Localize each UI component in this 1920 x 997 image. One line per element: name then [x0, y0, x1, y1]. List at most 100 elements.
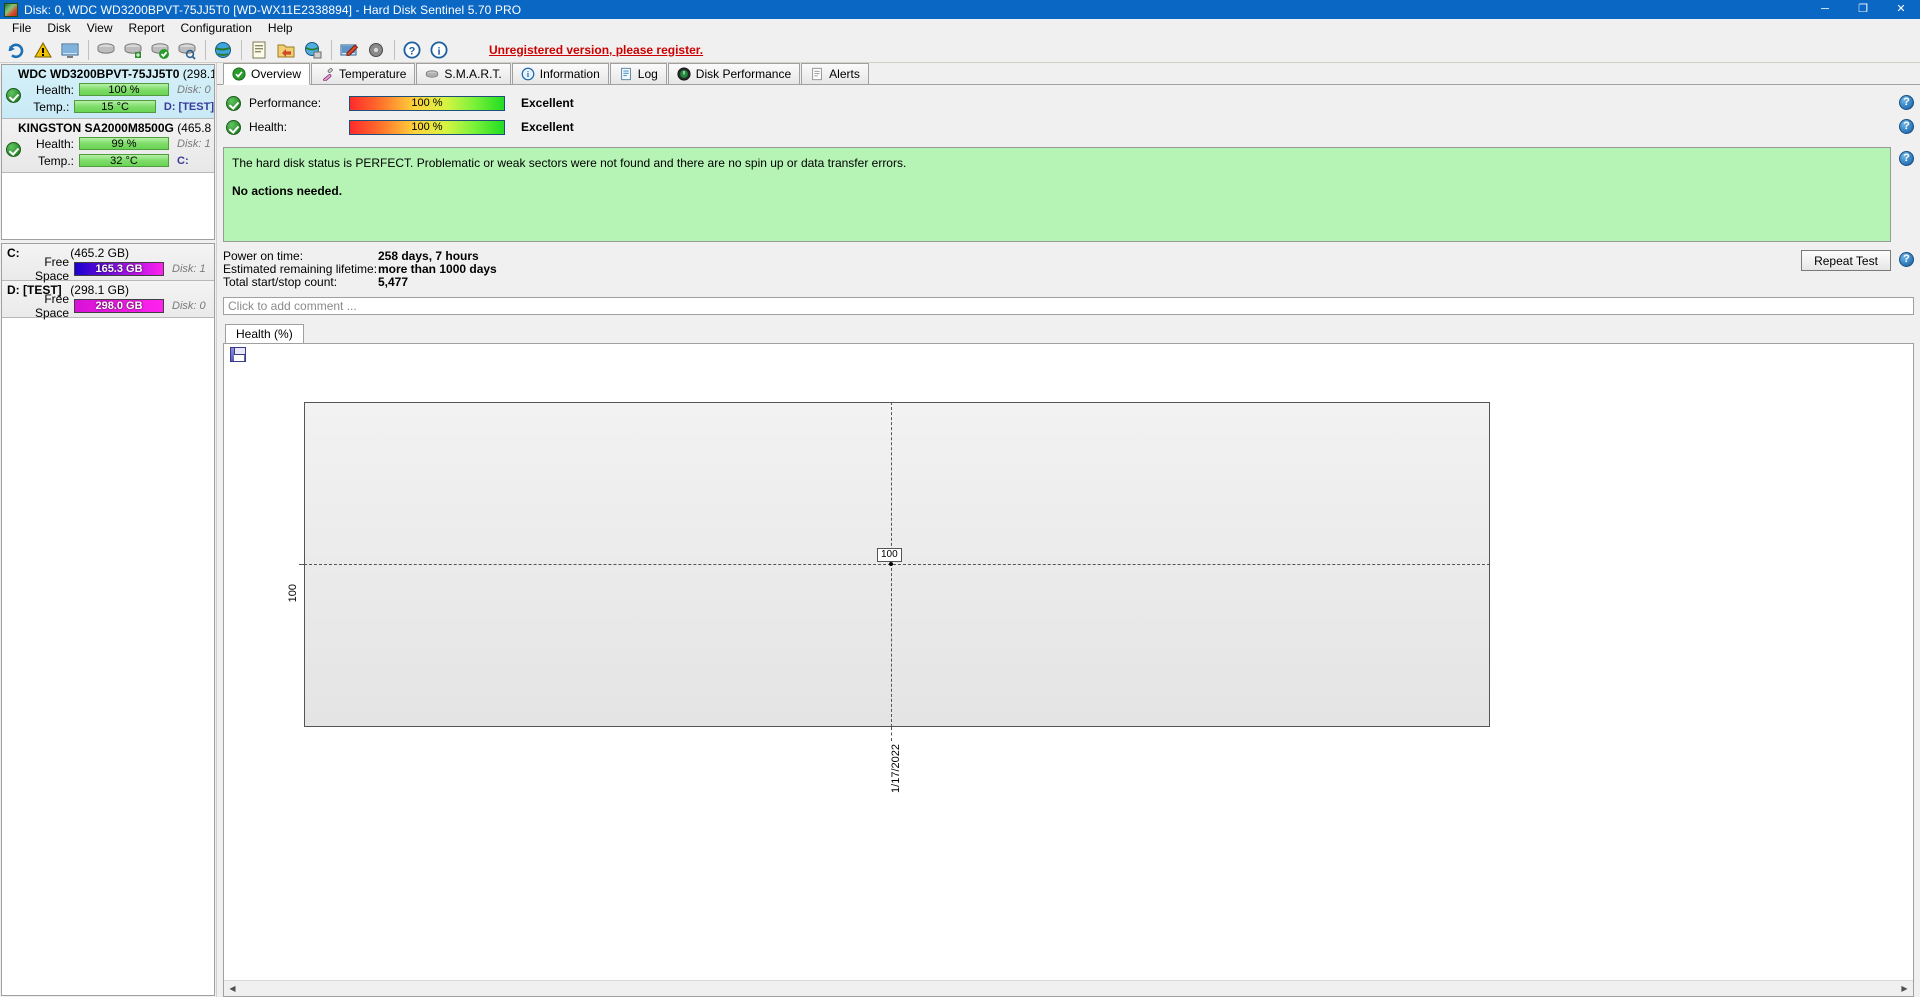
performance-help-icon[interactable]: ? — [1899, 95, 1914, 110]
save-icon[interactable] — [230, 347, 246, 362]
globe-icon[interactable] — [210, 38, 236, 62]
network-icon[interactable] — [300, 38, 326, 62]
chart-toolbar — [224, 344, 1913, 366]
menu-file[interactable]: File — [4, 19, 39, 37]
health-help-icon[interactable]: ? — [1899, 119, 1914, 134]
disk-health-row-0: Health: 100 % Disk: 0 — [25, 81, 214, 98]
drive-entry-c[interactable]: C: (465.2 GB) Free Space 165.3 GB Disk: … — [2, 244, 214, 283]
chart-y-tick-label: 100 — [287, 584, 299, 603]
disk-temp-value-0: 15 °C — [101, 100, 129, 113]
edit-monitor-icon[interactable] — [336, 38, 362, 62]
performance-row-wrap: Performance: 100 % Excellent ? — [226, 91, 1914, 115]
help-icon[interactable]: ? — [399, 38, 425, 62]
performance-rating: Excellent — [521, 96, 574, 110]
tab-alerts[interactable]: Alerts — [801, 63, 869, 84]
drive-entry-d[interactable]: D: [TEST] (298.1 GB) Free Space 298.0 GB… — [2, 281, 214, 320]
tab-smart[interactable]: S.M.A.R.T. — [416, 63, 511, 84]
disk-temp-row-1: Temp.: 32 °C C: — [25, 152, 214, 169]
unregistered-notice[interactable]: Unregistered version, please register. — [489, 43, 703, 57]
app-icon — [4, 2, 18, 17]
report-icon[interactable] — [246, 38, 272, 62]
drive-free-value-d: 298.0 GB — [95, 299, 143, 312]
chart-data-point — [889, 562, 893, 566]
status-message-box: The hard disk status is PERFECT. Problem… — [223, 147, 1891, 242]
health-percent: 100 % — [411, 121, 443, 133]
disk-health-label-0: Health: — [35, 82, 74, 97]
health-row: Health: 100 % Excellent — [226, 115, 1891, 139]
disk-temp-bar-1: 32 °C — [79, 154, 169, 167]
disk-icon[interactable] — [93, 38, 119, 62]
monitor-icon[interactable] — [57, 38, 83, 62]
menu-view[interactable]: View — [79, 19, 121, 37]
drive-capacity-d: (298.1 GB) — [70, 283, 129, 297]
refresh-icon[interactable] — [3, 38, 29, 62]
disk-temp-value-1: 32 °C — [110, 154, 138, 167]
chart-plot-area: 100 — [304, 402, 1490, 727]
close-button[interactable]: ✕ — [1882, 0, 1920, 19]
disk-add-icon[interactable] — [120, 38, 146, 62]
info-icon[interactable]: i — [426, 38, 452, 62]
drive-disk-extra-d: Disk: 0 — [172, 299, 206, 312]
disk-health-bar-1: 99 % — [79, 137, 169, 150]
minimize-button[interactable]: ─ — [1806, 0, 1844, 19]
disk-health-extra-1: Disk: 1 — [177, 137, 211, 150]
comment-input[interactable]: Click to add comment ... — [223, 297, 1914, 315]
status-message-line1: The hard disk status is PERFECT. Problem… — [232, 156, 907, 170]
tab-overview[interactable]: Overview — [223, 63, 311, 85]
log-icon — [619, 67, 633, 81]
performance-bar: 100 % — [349, 95, 505, 111]
toolbar-separator — [205, 39, 206, 60]
chart-vline-extension — [891, 727, 892, 741]
sound-icon[interactable] — [363, 38, 389, 62]
repeat-test-button[interactable]: Repeat Test — [1801, 250, 1891, 271]
warning-icon[interactable] — [30, 38, 56, 62]
menu-help[interactable]: Help — [260, 19, 301, 37]
chart-tab-health[interactable]: Health (%) — [225, 324, 304, 343]
chart-gridline-horizontal — [304, 564, 1490, 565]
thermometer-icon — [320, 67, 334, 81]
chart-horizontal-scrollbar[interactable]: ◀ ▶ — [224, 980, 1913, 996]
drive-free-row-d: Free Space 298.0 GB Disk: 0 — [20, 292, 214, 320]
title-bar: Disk: 0, WDC WD3200BPVT-75JJ5T0 [WD-WX11… — [0, 0, 1920, 19]
tab-disk-performance[interactable]: Disk Performance — [667, 63, 801, 84]
disk-entry-1[interactable]: KINGSTON SA2000M8500G (465.8 GB) Health:… — [2, 119, 214, 173]
scroll-left-arrow-icon[interactable]: ◀ — [224, 981, 241, 996]
disk-search-icon[interactable] — [174, 38, 200, 62]
menu-report[interactable]: Report — [120, 19, 172, 37]
disk-model-1: KINGSTON SA2000M8500G — [18, 121, 174, 135]
disk-entry-0[interactable]: WDC WD3200BPVT-75JJ5T0 (298.1 GB) Health… — [2, 65, 214, 119]
health-label: Health: — [249, 120, 288, 134]
folder-export-icon[interactable] — [273, 38, 299, 62]
tab-disk-performance-label: Disk Performance — [695, 67, 792, 81]
disk-metrics-1: Health: 99 % Disk: 1 Temp.: 32 °C C: — [2, 135, 214, 169]
status-message-line2: No actions needed. — [232, 184, 343, 198]
health-bar: 100 % — [349, 119, 505, 135]
disk-health-extra-0: Disk: 0 — [177, 83, 211, 96]
performance-row: Performance: 100 % Excellent — [226, 91, 1891, 115]
maximize-button[interactable]: ❐ — [1844, 0, 1882, 19]
tab-temperature[interactable]: Temperature — [311, 63, 416, 84]
disk-model-0: WDC WD3200BPVT-75JJ5T0 — [18, 67, 180, 81]
disk-metrics-0: Health: 100 % Disk: 0 Temp.: 15 °C D: [T… — [2, 81, 214, 115]
repeat-test-help-icon[interactable]: ? — [1899, 252, 1914, 267]
disk-temp-extra-1: C: — [177, 154, 189, 167]
window-controls: ─ ❐ ✕ — [1806, 0, 1920, 19]
drive-free-value-c: 165.3 GB — [95, 262, 143, 275]
scroll-right-arrow-icon[interactable]: ▶ — [1896, 981, 1913, 996]
svg-text:?: ? — [409, 45, 416, 57]
info-icon: i — [521, 67, 535, 81]
drive-capacity-c: (465.2 GB) — [70, 246, 129, 260]
tab-information[interactable]: i Information — [511, 63, 609, 84]
disk-temp-label-1: Temp.: — [37, 153, 74, 168]
status-rows: Performance: 100 % Excellent ? Health: 1… — [226, 91, 1914, 139]
disk-title-0: WDC WD3200BPVT-75JJ5T0 (298.1 GB) — [2, 67, 214, 81]
tab-log[interactable]: Log — [609, 63, 667, 84]
overview-content: Performance: 100 % Excellent ? Health: 1… — [217, 85, 1920, 997]
menu-configuration[interactable]: Configuration — [173, 19, 260, 37]
disk-capacity-0: (298.1 GB) — [182, 67, 215, 81]
disk-ok-icon[interactable] — [147, 38, 173, 62]
message-help-icon[interactable]: ? — [1899, 151, 1914, 166]
disk-title-1: KINGSTON SA2000M8500G (465.8 GB) — [2, 121, 214, 135]
menu-disk[interactable]: Disk — [39, 19, 78, 37]
toolbar-separator — [241, 39, 242, 60]
